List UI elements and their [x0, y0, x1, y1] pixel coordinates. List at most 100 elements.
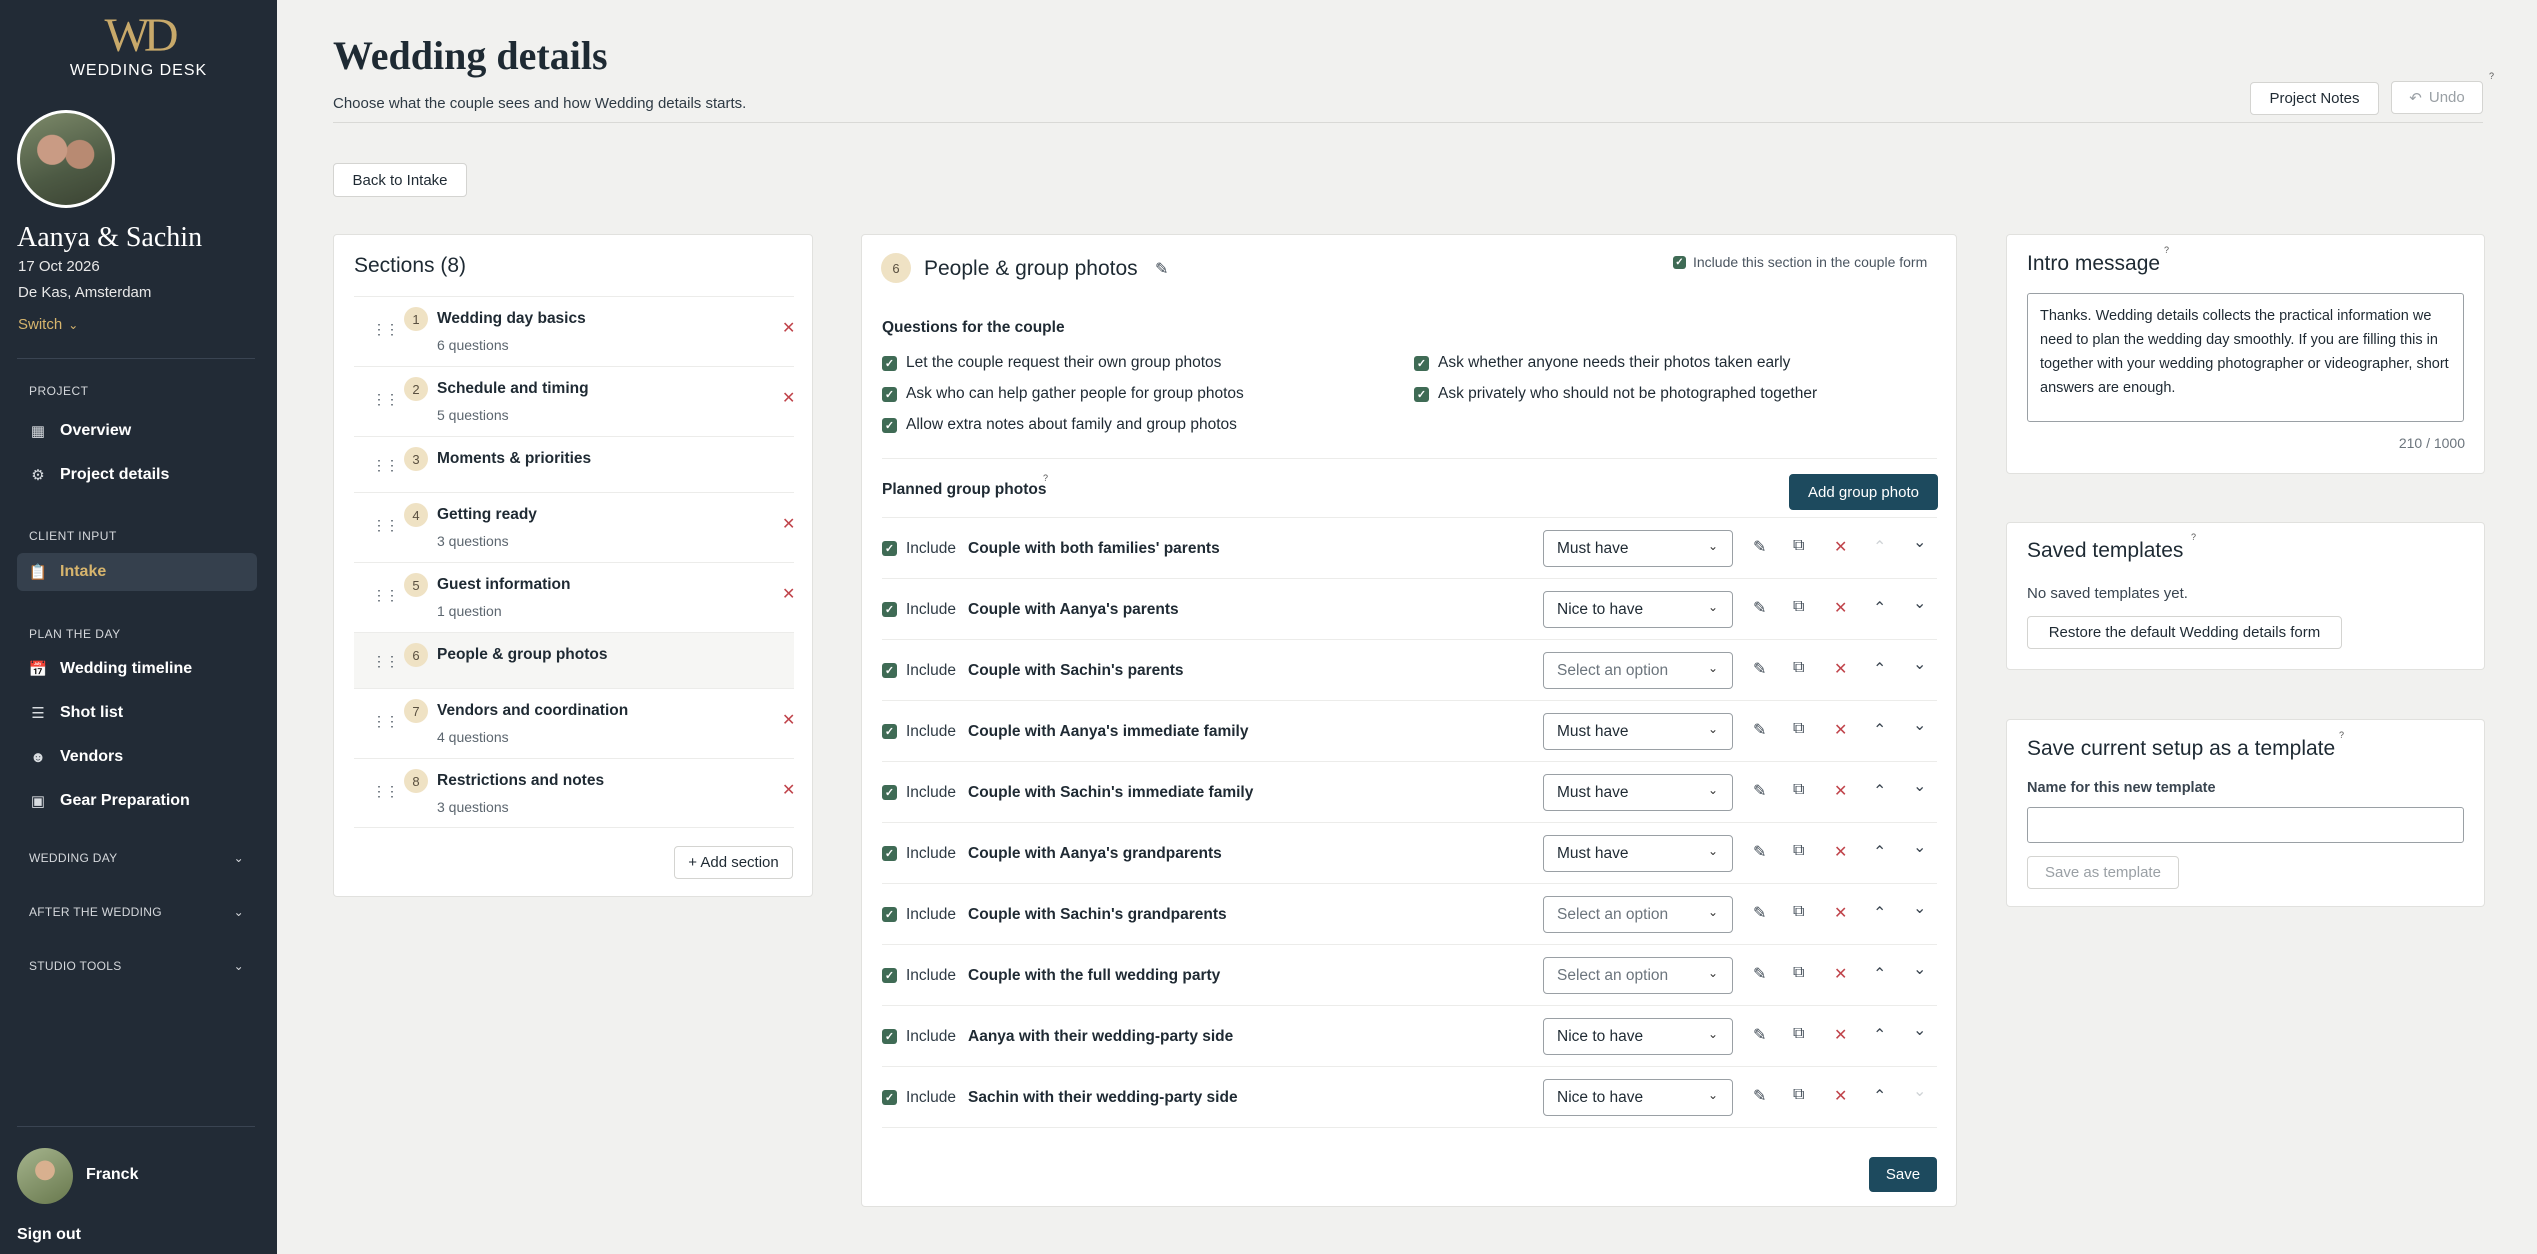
chevron-down-icon[interactable]: ⌄ [1913, 654, 1926, 674]
edit-pencil-icon[interactable]: ✎ [1753, 903, 1766, 923]
chevron-down-icon[interactable]: ⌄ [1913, 593, 1926, 613]
drag-handle-icon[interactable]: ⋮⋮ [372, 321, 399, 338]
drag-handle-icon[interactable]: ⋮⋮ [372, 457, 399, 474]
drag-handle-icon[interactable]: ⋮⋮ [372, 517, 399, 534]
remove-icon[interactable]: ✕ [1834, 964, 1847, 984]
checkbox-checked-icon[interactable]: ✓ [882, 355, 897, 371]
nav-item-vendors[interactable]: ☻ Vendors [17, 738, 257, 776]
chevron-up-icon[interactable]: ⌃ [1873, 1086, 1886, 1106]
add-group-photo-button[interactable]: Add group photo [1789, 474, 1938, 510]
section-row[interactable]: ⋮⋮ 4 Getting ready 3 questions ✕ [354, 492, 795, 562]
chevron-down-icon[interactable]: ⌄ [1913, 837, 1926, 857]
copy-icon[interactable]: ⧉ [1793, 537, 1804, 555]
priority-select[interactable]: Nice to have ⌄ [1543, 1079, 1733, 1116]
copy-icon[interactable]: ⧉ [1793, 720, 1804, 738]
chevron-down-icon[interactable]: ⌄ [1913, 1081, 1926, 1101]
delete-section-icon[interactable]: ✕ [782, 318, 795, 338]
back-to-intake-button[interactable]: Back to Intake [333, 163, 467, 197]
user-avatar[interactable] [17, 1148, 73, 1204]
delete-section-icon[interactable]: ✕ [782, 780, 795, 800]
drag-handle-icon[interactable]: ⋮⋮ [372, 391, 399, 408]
nav-item-overview[interactable]: ▦ Overview [17, 412, 257, 450]
undo-button[interactable]: ↶ Undo [2391, 81, 2483, 114]
section-row[interactable]: ⋮⋮ 1 Wedding day basics 6 questions ✕ [354, 296, 795, 366]
remove-icon[interactable]: ✕ [1834, 659, 1847, 679]
edit-pencil-icon[interactable]: ✎ [1753, 598, 1766, 618]
question-checkbox[interactable]: ✓ Let the couple request their own group … [882, 354, 1221, 372]
chevron-down-icon[interactable]: ⌄ [1913, 715, 1926, 735]
restore-default-button[interactable]: Restore the default Wedding details form [2027, 616, 2342, 649]
priority-select[interactable]: Nice to have ⌄ [1543, 1018, 1733, 1055]
copy-icon[interactable]: ⧉ [1793, 659, 1804, 677]
chevron-down-icon[interactable]: ⌄ [1913, 776, 1926, 796]
help-icon[interactable]: ? [2339, 730, 2344, 740]
delete-section-icon[interactable]: ✕ [782, 388, 795, 408]
drag-handle-icon[interactable]: ⋮⋮ [372, 783, 399, 800]
section-row[interactable]: ⋮⋮ 5 Guest information 1 question ✕ [354, 562, 795, 632]
chevron-up-icon[interactable]: ⌃ [1873, 903, 1886, 923]
edit-pencil-icon[interactable]: ✎ [1753, 659, 1766, 679]
brand-logo[interactable]: WD WEDDING DESK [0, 12, 277, 80]
question-checkbox[interactable]: ✓ Ask privately who should not be photogr… [1414, 385, 1817, 403]
include-checkbox[interactable]: ✓ [882, 724, 897, 739]
edit-pencil-icon[interactable]: ✎ [1753, 781, 1766, 801]
include-checkbox[interactable]: ✓ [882, 785, 897, 800]
help-icon[interactable]: ? [2489, 71, 2494, 81]
section-row[interactable]: ⋮⋮ 2 Schedule and timing 5 questions ✕ [354, 366, 795, 436]
priority-select[interactable]: Select an option ⌄ [1543, 957, 1733, 994]
remove-icon[interactable]: ✕ [1834, 720, 1847, 740]
edit-pencil-icon[interactable]: ✎ [1753, 1086, 1766, 1106]
remove-icon[interactable]: ✕ [1834, 1086, 1847, 1106]
question-checkbox[interactable]: ✓ Ask who can help gather people for grou… [882, 385, 1244, 403]
chevron-down-icon[interactable]: ⌄ [1913, 532, 1926, 552]
drag-handle-icon[interactable]: ⋮⋮ [372, 653, 399, 670]
nav-group-studio-tools[interactable]: STUDIO TOOLS ⌄ [29, 959, 244, 973]
chevron-up-icon[interactable]: ⌃ [1873, 537, 1886, 557]
include-checkbox[interactable]: ✓ [882, 602, 897, 617]
include-checkbox[interactable]: ✓ [882, 968, 897, 983]
include-checkbox[interactable]: ✓ [882, 541, 897, 556]
include-checkbox[interactable]: ✓ [882, 1029, 897, 1044]
delete-section-icon[interactable]: ✕ [782, 514, 795, 534]
edit-pencil-icon[interactable]: ✎ [1753, 842, 1766, 862]
include-checkbox[interactable]: ✓ [882, 1090, 897, 1105]
sign-out-link[interactable]: Sign out [17, 1226, 81, 1244]
nav-item-gear[interactable]: ▣ Gear Preparation [17, 782, 257, 820]
priority-select[interactable]: Must have ⌄ [1543, 530, 1733, 567]
chevron-up-icon[interactable]: ⌃ [1873, 598, 1886, 618]
section-row-selected[interactable]: ⋮⋮ 6 People & group photos [354, 632, 794, 688]
template-name-input[interactable] [2027, 807, 2464, 843]
switch-couple-button[interactable]: Switch ⌄ [18, 316, 78, 333]
priority-select[interactable]: Must have ⌄ [1543, 774, 1733, 811]
checkbox-checked-icon[interactable]: ✓ [1414, 386, 1429, 402]
drag-handle-icon[interactable]: ⋮⋮ [372, 713, 399, 730]
checkbox-checked-icon[interactable]: ✓ [1414, 355, 1429, 371]
copy-icon[interactable]: ⧉ [1793, 781, 1804, 799]
priority-select[interactable]: Select an option ⌄ [1543, 896, 1733, 933]
save-as-template-button[interactable]: Save as template [2027, 856, 2179, 889]
edit-pencil-icon[interactable]: ✎ [1753, 1025, 1766, 1045]
remove-icon[interactable]: ✕ [1834, 903, 1847, 923]
chevron-up-icon[interactable]: ⌃ [1873, 720, 1886, 740]
question-checkbox[interactable]: ✓ Ask whether anyone needs their photos t… [1414, 354, 1790, 372]
nav-item-shot-list[interactable]: ☰ Shot list [17, 694, 257, 732]
nav-item-timeline[interactable]: 📅 Wedding timeline [17, 650, 257, 688]
copy-icon[interactable]: ⧉ [1793, 598, 1804, 616]
priority-select[interactable]: Must have ⌄ [1543, 713, 1733, 750]
edit-pencil-icon[interactable]: ✎ [1753, 537, 1766, 557]
chevron-up-icon[interactable]: ⌃ [1873, 1025, 1886, 1045]
section-row[interactable]: ⋮⋮ 7 Vendors and coordination 4 question… [354, 688, 795, 758]
nav-group-after-wedding[interactable]: AFTER THE WEDDING ⌄ [29, 905, 244, 919]
chevron-up-icon[interactable]: ⌃ [1873, 659, 1886, 679]
section-row[interactable]: ⋮⋮ 3 Moments & priorities [354, 436, 794, 492]
chevron-down-icon[interactable]: ⌄ [1913, 1020, 1926, 1040]
help-icon[interactable]: ? [2164, 245, 2169, 255]
add-section-button[interactable]: + Add section [674, 846, 793, 879]
delete-section-icon[interactable]: ✕ [782, 710, 795, 730]
checkbox-checked-icon[interactable]: ✓ [882, 386, 897, 402]
chevron-down-icon[interactable]: ⌄ [1913, 959, 1926, 979]
copy-icon[interactable]: ⧉ [1793, 964, 1804, 982]
remove-icon[interactable]: ✕ [1834, 537, 1847, 557]
intro-message-textarea[interactable]: Thanks. Wedding details collects the pra… [2027, 293, 2464, 422]
remove-icon[interactable]: ✕ [1834, 781, 1847, 801]
